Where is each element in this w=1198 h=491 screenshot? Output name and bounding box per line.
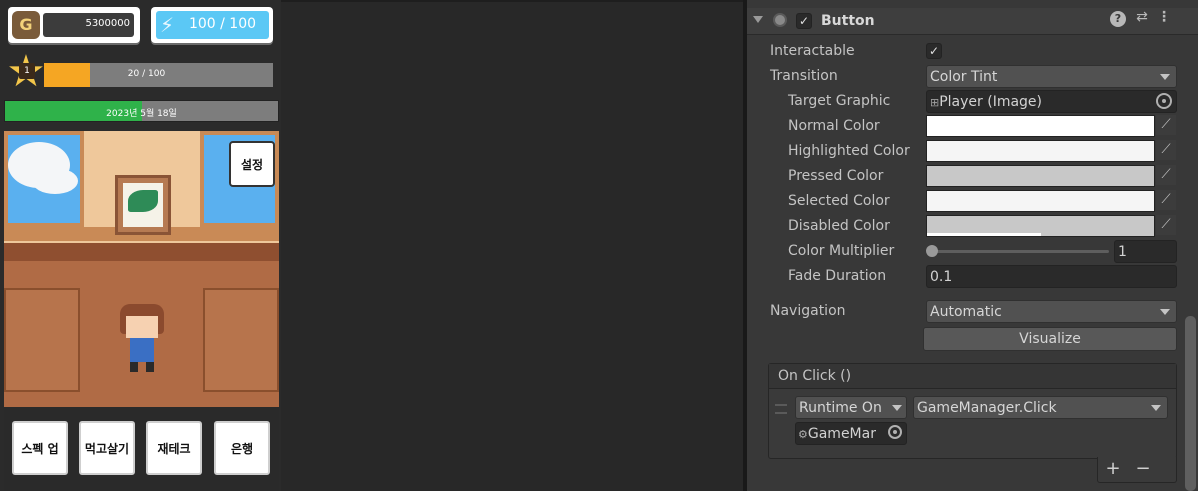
help-icon[interactable]: ?: [1110, 11, 1126, 27]
gold-bag-icon: G: [12, 11, 40, 39]
component-icon: [773, 13, 787, 27]
transition-label: Transition: [770, 68, 838, 84]
function-dropdown[interactable]: GameManager.Click: [913, 396, 1168, 419]
chevron-down-icon: [1160, 309, 1170, 315]
object-picker-icon[interactable]: [888, 425, 902, 439]
gameobject-icon: ⚙: [798, 428, 808, 441]
selected-color-swatch[interactable]: [926, 190, 1155, 212]
chevron-down-icon: [1160, 74, 1170, 80]
eyedropper-icon[interactable]: ⟋: [1156, 115, 1176, 135]
color-multiplier-label: Color Multiplier: [788, 243, 895, 259]
exp-value: 20 / 100: [127, 69, 166, 79]
target-graphic-value: Player (Image): [939, 94, 1043, 110]
component-enabled-checkbox[interactable]: ✓: [796, 13, 812, 29]
bank-button[interactable]: 은행: [214, 421, 270, 475]
target-object-value: GameMar: [807, 426, 876, 442]
level-badge: 1: [19, 63, 35, 79]
color-multiplier-field[interactable]: 1: [1114, 240, 1177, 263]
transition-value: Color Tint: [930, 69, 998, 85]
scene-background: [281, 0, 743, 491]
alpha-bar: [927, 233, 1041, 236]
selected-color-label: Selected Color: [788, 193, 890, 209]
left-cabinet: [4, 288, 80, 392]
visualize-button[interactable]: Visualize: [923, 327, 1177, 351]
disabled-color-swatch[interactable]: [926, 215, 1155, 237]
energy-value: 100 / 100: [188, 16, 257, 32]
settings-button[interactable]: 설정: [229, 141, 275, 187]
navigation-value: Automatic: [930, 304, 1002, 320]
transition-dropdown[interactable]: Color Tint: [926, 65, 1177, 88]
right-cabinet: [203, 288, 279, 392]
cloud: [32, 168, 78, 194]
navigation-label: Navigation: [770, 303, 846, 319]
add-button[interactable]: +: [1103, 458, 1123, 480]
interactable-checkbox[interactable]: ✓: [926, 43, 942, 59]
gold-value: 5300000: [85, 18, 130, 29]
player-sprite[interactable]: [114, 304, 170, 374]
image-icon: ⊞: [930, 96, 940, 109]
runtime-value: Runtime On: [799, 400, 882, 416]
highlighted-color-label: Highlighted Color: [788, 143, 910, 159]
picture-frame: [115, 175, 171, 235]
normal-color-swatch[interactable]: [926, 115, 1155, 137]
on-click-title: On Click (): [778, 368, 852, 384]
color-multiplier-slider-track[interactable]: [931, 250, 1109, 253]
inspector-panel: ✓ Button ? ⇄ ⋮ Interactable ✓ Transition…: [747, 0, 1198, 491]
context-menu-icon[interactable]: ⋮: [1157, 9, 1171, 27]
function-value: GameManager.Click: [917, 400, 1057, 416]
chevron-down-icon: [892, 405, 902, 411]
spec-up-button[interactable]: 스펙 업: [12, 421, 68, 475]
component-header: [747, 8, 1198, 35]
navigation-dropdown[interactable]: Automatic: [926, 300, 1177, 323]
eyedropper-icon[interactable]: ⟋: [1156, 140, 1176, 160]
pressed-color-swatch[interactable]: [926, 165, 1155, 187]
remove-button[interactable]: −: [1133, 458, 1153, 480]
pressed-color-label: Pressed Color: [788, 168, 884, 184]
make-living-button[interactable]: 먹고살기: [79, 421, 135, 475]
date-text: 2023년 5월 18일: [106, 109, 177, 119]
target-graphic-label: Target Graphic: [788, 93, 891, 109]
interactable-label: Interactable: [770, 43, 855, 59]
scrollbar-thumb[interactable]: [1185, 316, 1196, 491]
highlighted-color-swatch[interactable]: [926, 140, 1155, 162]
disabled-color-label: Disabled Color: [788, 218, 890, 234]
leaf-icon: [128, 190, 158, 212]
investment-button[interactable]: 재테크: [146, 421, 202, 475]
normal-color-label: Normal Color: [788, 118, 880, 134]
runtime-dropdown[interactable]: Runtime On: [795, 396, 907, 419]
eyedropper-icon[interactable]: ⟋: [1156, 165, 1176, 185]
game-view: G 5300000 ⚡ 100 / 100 ★ 1 20 / 100 2023년…: [0, 0, 281, 491]
target-graphic-field[interactable]: ⊞Player (Image): [926, 90, 1177, 113]
component-title: Button: [821, 13, 875, 29]
preset-icon[interactable]: ⇄: [1134, 9, 1150, 27]
fade-duration-label: Fade Duration: [788, 268, 887, 284]
fade-duration-field[interactable]: 0.1: [926, 265, 1177, 288]
foldout-arrow-icon[interactable]: [753, 16, 763, 23]
object-picker-icon[interactable]: [1156, 93, 1172, 109]
eyedropper-icon[interactable]: ⟋: [1156, 190, 1176, 210]
chevron-down-icon: [1151, 405, 1161, 411]
drag-handle-icon[interactable]: [775, 404, 787, 414]
color-multiplier-slider-thumb[interactable]: [926, 245, 938, 257]
eyedropper-icon[interactable]: ⟋: [1156, 215, 1176, 235]
